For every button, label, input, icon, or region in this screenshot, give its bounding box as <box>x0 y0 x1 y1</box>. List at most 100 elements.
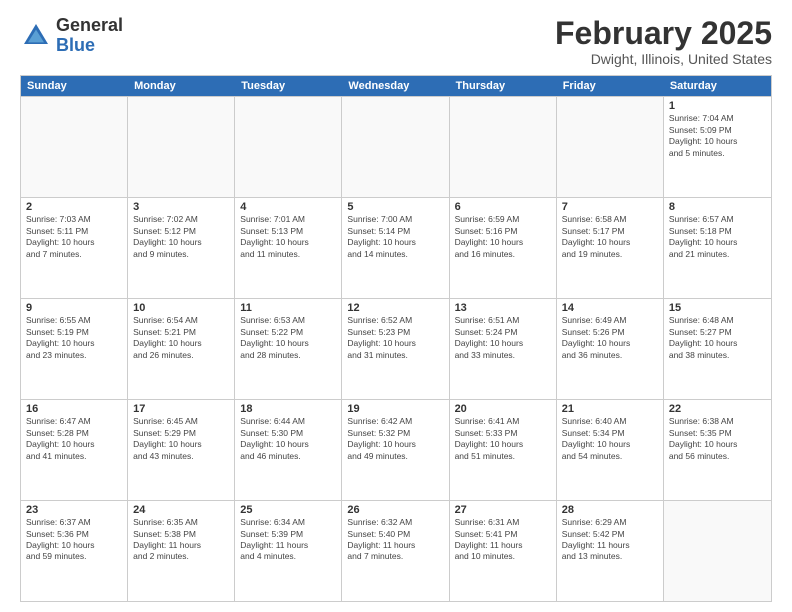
day-number: 17 <box>133 403 229 415</box>
day-info: Sunrise: 6:57 AM Sunset: 5:18 PM Dayligh… <box>669 214 766 260</box>
day-info: Sunrise: 7:03 AM Sunset: 5:11 PM Dayligh… <box>26 214 122 260</box>
day-number: 4 <box>240 201 336 213</box>
day-info: Sunrise: 6:31 AM Sunset: 5:41 PM Dayligh… <box>455 517 551 563</box>
logo-text: General Blue <box>56 16 123 56</box>
col-header-sunday: Sunday <box>21 76 128 96</box>
header: General Blue February 2025 Dwight, Illin… <box>20 16 772 67</box>
calendar-cell-r0-c3 <box>342 97 449 197</box>
calendar-cell-r0-c4 <box>450 97 557 197</box>
day-number: 20 <box>455 403 551 415</box>
day-number: 5 <box>347 201 443 213</box>
day-info: Sunrise: 6:52 AM Sunset: 5:23 PM Dayligh… <box>347 315 443 361</box>
calendar-cell-r0-c5 <box>557 97 664 197</box>
calendar-cell-r4-c2: 25Sunrise: 6:34 AM Sunset: 5:39 PM Dayli… <box>235 501 342 601</box>
calendar-cell-r2-c2: 11Sunrise: 6:53 AM Sunset: 5:22 PM Dayli… <box>235 299 342 399</box>
calendar-cell-r0-c0 <box>21 97 128 197</box>
col-header-tuesday: Tuesday <box>235 76 342 96</box>
calendar-cell-r4-c5: 28Sunrise: 6:29 AM Sunset: 5:42 PM Dayli… <box>557 501 664 601</box>
logo-blue-text: Blue <box>56 35 95 55</box>
day-info: Sunrise: 6:32 AM Sunset: 5:40 PM Dayligh… <box>347 517 443 563</box>
column-headers: SundayMondayTuesdayWednesdayThursdayFrid… <box>21 76 771 96</box>
calendar-cell-r1-c3: 5Sunrise: 7:00 AM Sunset: 5:14 PM Daylig… <box>342 198 449 298</box>
calendar-cell-r1-c2: 4Sunrise: 7:01 AM Sunset: 5:13 PM Daylig… <box>235 198 342 298</box>
day-number: 9 <box>26 302 122 314</box>
calendar-cell-r2-c6: 15Sunrise: 6:48 AM Sunset: 5:27 PM Dayli… <box>664 299 771 399</box>
col-header-thursday: Thursday <box>450 76 557 96</box>
col-header-friday: Friday <box>557 76 664 96</box>
day-info: Sunrise: 6:34 AM Sunset: 5:39 PM Dayligh… <box>240 517 336 563</box>
calendar-cell-r2-c4: 13Sunrise: 6:51 AM Sunset: 5:24 PM Dayli… <box>450 299 557 399</box>
day-number: 24 <box>133 504 229 516</box>
logo-icon <box>20 20 52 52</box>
logo: General Blue <box>20 16 123 56</box>
calendar-cell-r4-c3: 26Sunrise: 6:32 AM Sunset: 5:40 PM Dayli… <box>342 501 449 601</box>
day-number: 1 <box>669 100 766 112</box>
col-header-wednesday: Wednesday <box>342 76 449 96</box>
day-number: 8 <box>669 201 766 213</box>
logo-general-text: General <box>56 15 123 35</box>
day-info: Sunrise: 6:48 AM Sunset: 5:27 PM Dayligh… <box>669 315 766 361</box>
day-number: 6 <box>455 201 551 213</box>
calendar-cell-r0-c2 <box>235 97 342 197</box>
calendar-cell-r1-c6: 8Sunrise: 6:57 AM Sunset: 5:18 PM Daylig… <box>664 198 771 298</box>
calendar-cell-r2-c5: 14Sunrise: 6:49 AM Sunset: 5:26 PM Dayli… <box>557 299 664 399</box>
col-header-saturday: Saturday <box>664 76 771 96</box>
calendar-cell-r4-c0: 23Sunrise: 6:37 AM Sunset: 5:36 PM Dayli… <box>21 501 128 601</box>
day-number: 19 <box>347 403 443 415</box>
day-number: 7 <box>562 201 658 213</box>
calendar-cell-r4-c1: 24Sunrise: 6:35 AM Sunset: 5:38 PM Dayli… <box>128 501 235 601</box>
day-info: Sunrise: 7:04 AM Sunset: 5:09 PM Dayligh… <box>669 113 766 159</box>
calendar-row-2: 9Sunrise: 6:55 AM Sunset: 5:19 PM Daylig… <box>21 298 771 399</box>
calendar-cell-r2-c3: 12Sunrise: 6:52 AM Sunset: 5:23 PM Dayli… <box>342 299 449 399</box>
day-info: Sunrise: 6:41 AM Sunset: 5:33 PM Dayligh… <box>455 416 551 462</box>
day-info: Sunrise: 7:00 AM Sunset: 5:14 PM Dayligh… <box>347 214 443 260</box>
day-info: Sunrise: 6:38 AM Sunset: 5:35 PM Dayligh… <box>669 416 766 462</box>
day-number: 23 <box>26 504 122 516</box>
day-info: Sunrise: 6:55 AM Sunset: 5:19 PM Dayligh… <box>26 315 122 361</box>
day-number: 26 <box>347 504 443 516</box>
calendar-cell-r1-c1: 3Sunrise: 7:02 AM Sunset: 5:12 PM Daylig… <box>128 198 235 298</box>
calendar-cell-r3-c3: 19Sunrise: 6:42 AM Sunset: 5:32 PM Dayli… <box>342 400 449 500</box>
calendar-row-1: 2Sunrise: 7:03 AM Sunset: 5:11 PM Daylig… <box>21 197 771 298</box>
calendar-cell-r2-c0: 9Sunrise: 6:55 AM Sunset: 5:19 PM Daylig… <box>21 299 128 399</box>
calendar-cell-r1-c5: 7Sunrise: 6:58 AM Sunset: 5:17 PM Daylig… <box>557 198 664 298</box>
title-block: February 2025 Dwight, Illinois, United S… <box>555 16 772 67</box>
calendar-subtitle: Dwight, Illinois, United States <box>555 51 772 67</box>
calendar-cell-r3-c1: 17Sunrise: 6:45 AM Sunset: 5:29 PM Dayli… <box>128 400 235 500</box>
day-info: Sunrise: 6:51 AM Sunset: 5:24 PM Dayligh… <box>455 315 551 361</box>
day-info: Sunrise: 6:29 AM Sunset: 5:42 PM Dayligh… <box>562 517 658 563</box>
day-number: 12 <box>347 302 443 314</box>
day-number: 2 <box>26 201 122 213</box>
calendar-cell-r3-c0: 16Sunrise: 6:47 AM Sunset: 5:28 PM Dayli… <box>21 400 128 500</box>
col-header-monday: Monday <box>128 76 235 96</box>
calendar-cell-r3-c4: 20Sunrise: 6:41 AM Sunset: 5:33 PM Dayli… <box>450 400 557 500</box>
day-number: 27 <box>455 504 551 516</box>
calendar-cell-r1-c4: 6Sunrise: 6:59 AM Sunset: 5:16 PM Daylig… <box>450 198 557 298</box>
day-info: Sunrise: 6:40 AM Sunset: 5:34 PM Dayligh… <box>562 416 658 462</box>
calendar-row-4: 23Sunrise: 6:37 AM Sunset: 5:36 PM Dayli… <box>21 500 771 601</box>
calendar-cell-r2-c1: 10Sunrise: 6:54 AM Sunset: 5:21 PM Dayli… <box>128 299 235 399</box>
day-info: Sunrise: 6:37 AM Sunset: 5:36 PM Dayligh… <box>26 517 122 563</box>
day-info: Sunrise: 6:54 AM Sunset: 5:21 PM Dayligh… <box>133 315 229 361</box>
day-number: 28 <box>562 504 658 516</box>
day-number: 22 <box>669 403 766 415</box>
calendar-cell-r3-c5: 21Sunrise: 6:40 AM Sunset: 5:34 PM Dayli… <box>557 400 664 500</box>
day-number: 3 <box>133 201 229 213</box>
calendar: SundayMondayTuesdayWednesdayThursdayFrid… <box>20 75 772 602</box>
calendar-row-0: 1Sunrise: 7:04 AM Sunset: 5:09 PM Daylig… <box>21 96 771 197</box>
day-number: 15 <box>669 302 766 314</box>
day-number: 13 <box>455 302 551 314</box>
day-info: Sunrise: 6:49 AM Sunset: 5:26 PM Dayligh… <box>562 315 658 361</box>
day-number: 21 <box>562 403 658 415</box>
day-number: 14 <box>562 302 658 314</box>
day-number: 10 <box>133 302 229 314</box>
day-info: Sunrise: 6:47 AM Sunset: 5:28 PM Dayligh… <box>26 416 122 462</box>
calendar-cell-r0-c1 <box>128 97 235 197</box>
day-number: 16 <box>26 403 122 415</box>
calendar-row-3: 16Sunrise: 6:47 AM Sunset: 5:28 PM Dayli… <box>21 399 771 500</box>
day-info: Sunrise: 6:42 AM Sunset: 5:32 PM Dayligh… <box>347 416 443 462</box>
calendar-body: 1Sunrise: 7:04 AM Sunset: 5:09 PM Daylig… <box>21 96 771 601</box>
day-info: Sunrise: 7:01 AM Sunset: 5:13 PM Dayligh… <box>240 214 336 260</box>
calendar-cell-r0-c6: 1Sunrise: 7:04 AM Sunset: 5:09 PM Daylig… <box>664 97 771 197</box>
day-info: Sunrise: 6:59 AM Sunset: 5:16 PM Dayligh… <box>455 214 551 260</box>
